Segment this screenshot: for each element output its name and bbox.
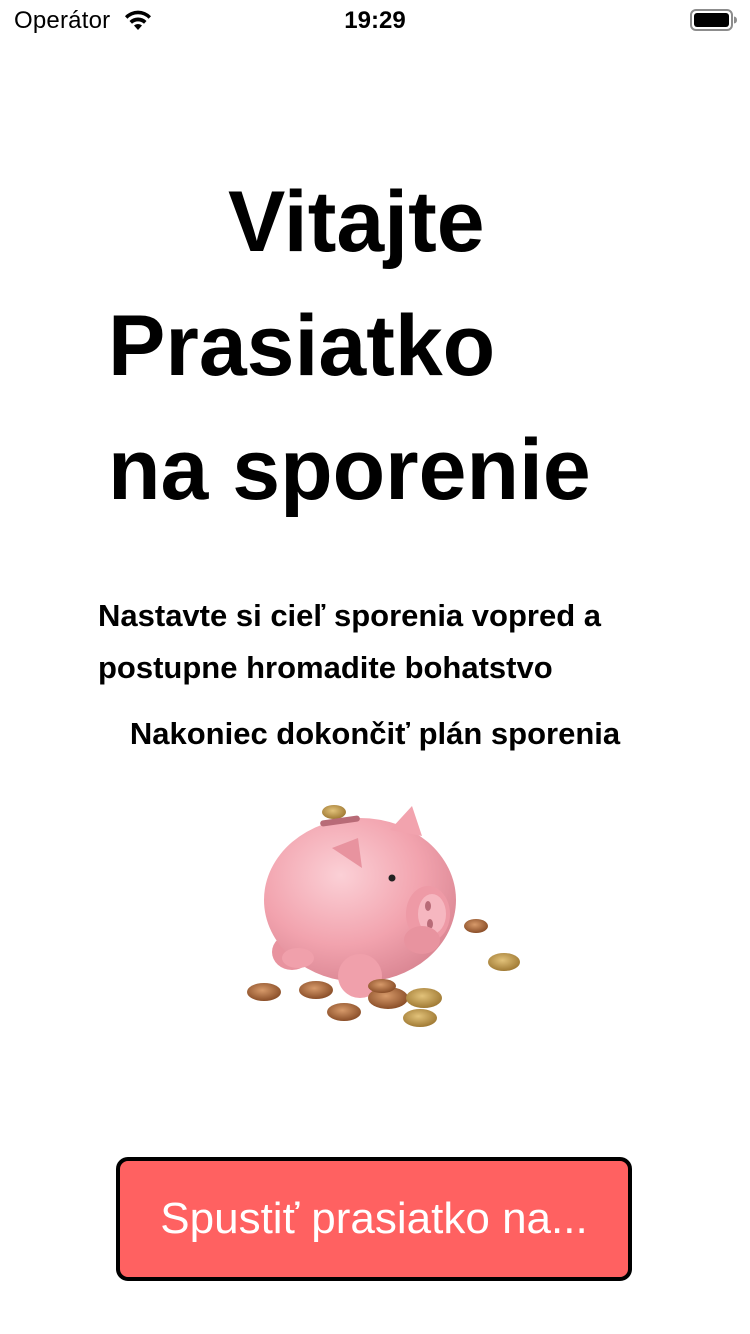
description-line-1: Nastavte si cieľ sporenia vopred a xyxy=(98,598,601,633)
battery-full-icon xyxy=(690,9,737,31)
description-line-2: postupne hromadite bohatstvo xyxy=(98,650,553,685)
status-bar: Operátor 19:29 xyxy=(0,0,750,40)
start-button[interactable]: Spustiť prasiatko na... xyxy=(116,1157,632,1281)
description: Nastavte si cieľ sporenia vopred a postu… xyxy=(98,590,698,694)
start-button-label: Spustiť prasiatko na... xyxy=(160,1194,588,1243)
title-line-1: Vitajte xyxy=(228,174,485,270)
piggy-bank-icon xyxy=(247,805,520,1027)
clock: 19:29 xyxy=(344,7,406,34)
title-line-3: na sporenie xyxy=(108,422,591,518)
final-text: Nakoniec dokončiť plán sporenia xyxy=(129,716,621,751)
title-line-2: Prasiatko xyxy=(108,298,496,394)
page-title: Vitajte Prasiatko na sporenie xyxy=(0,160,750,532)
